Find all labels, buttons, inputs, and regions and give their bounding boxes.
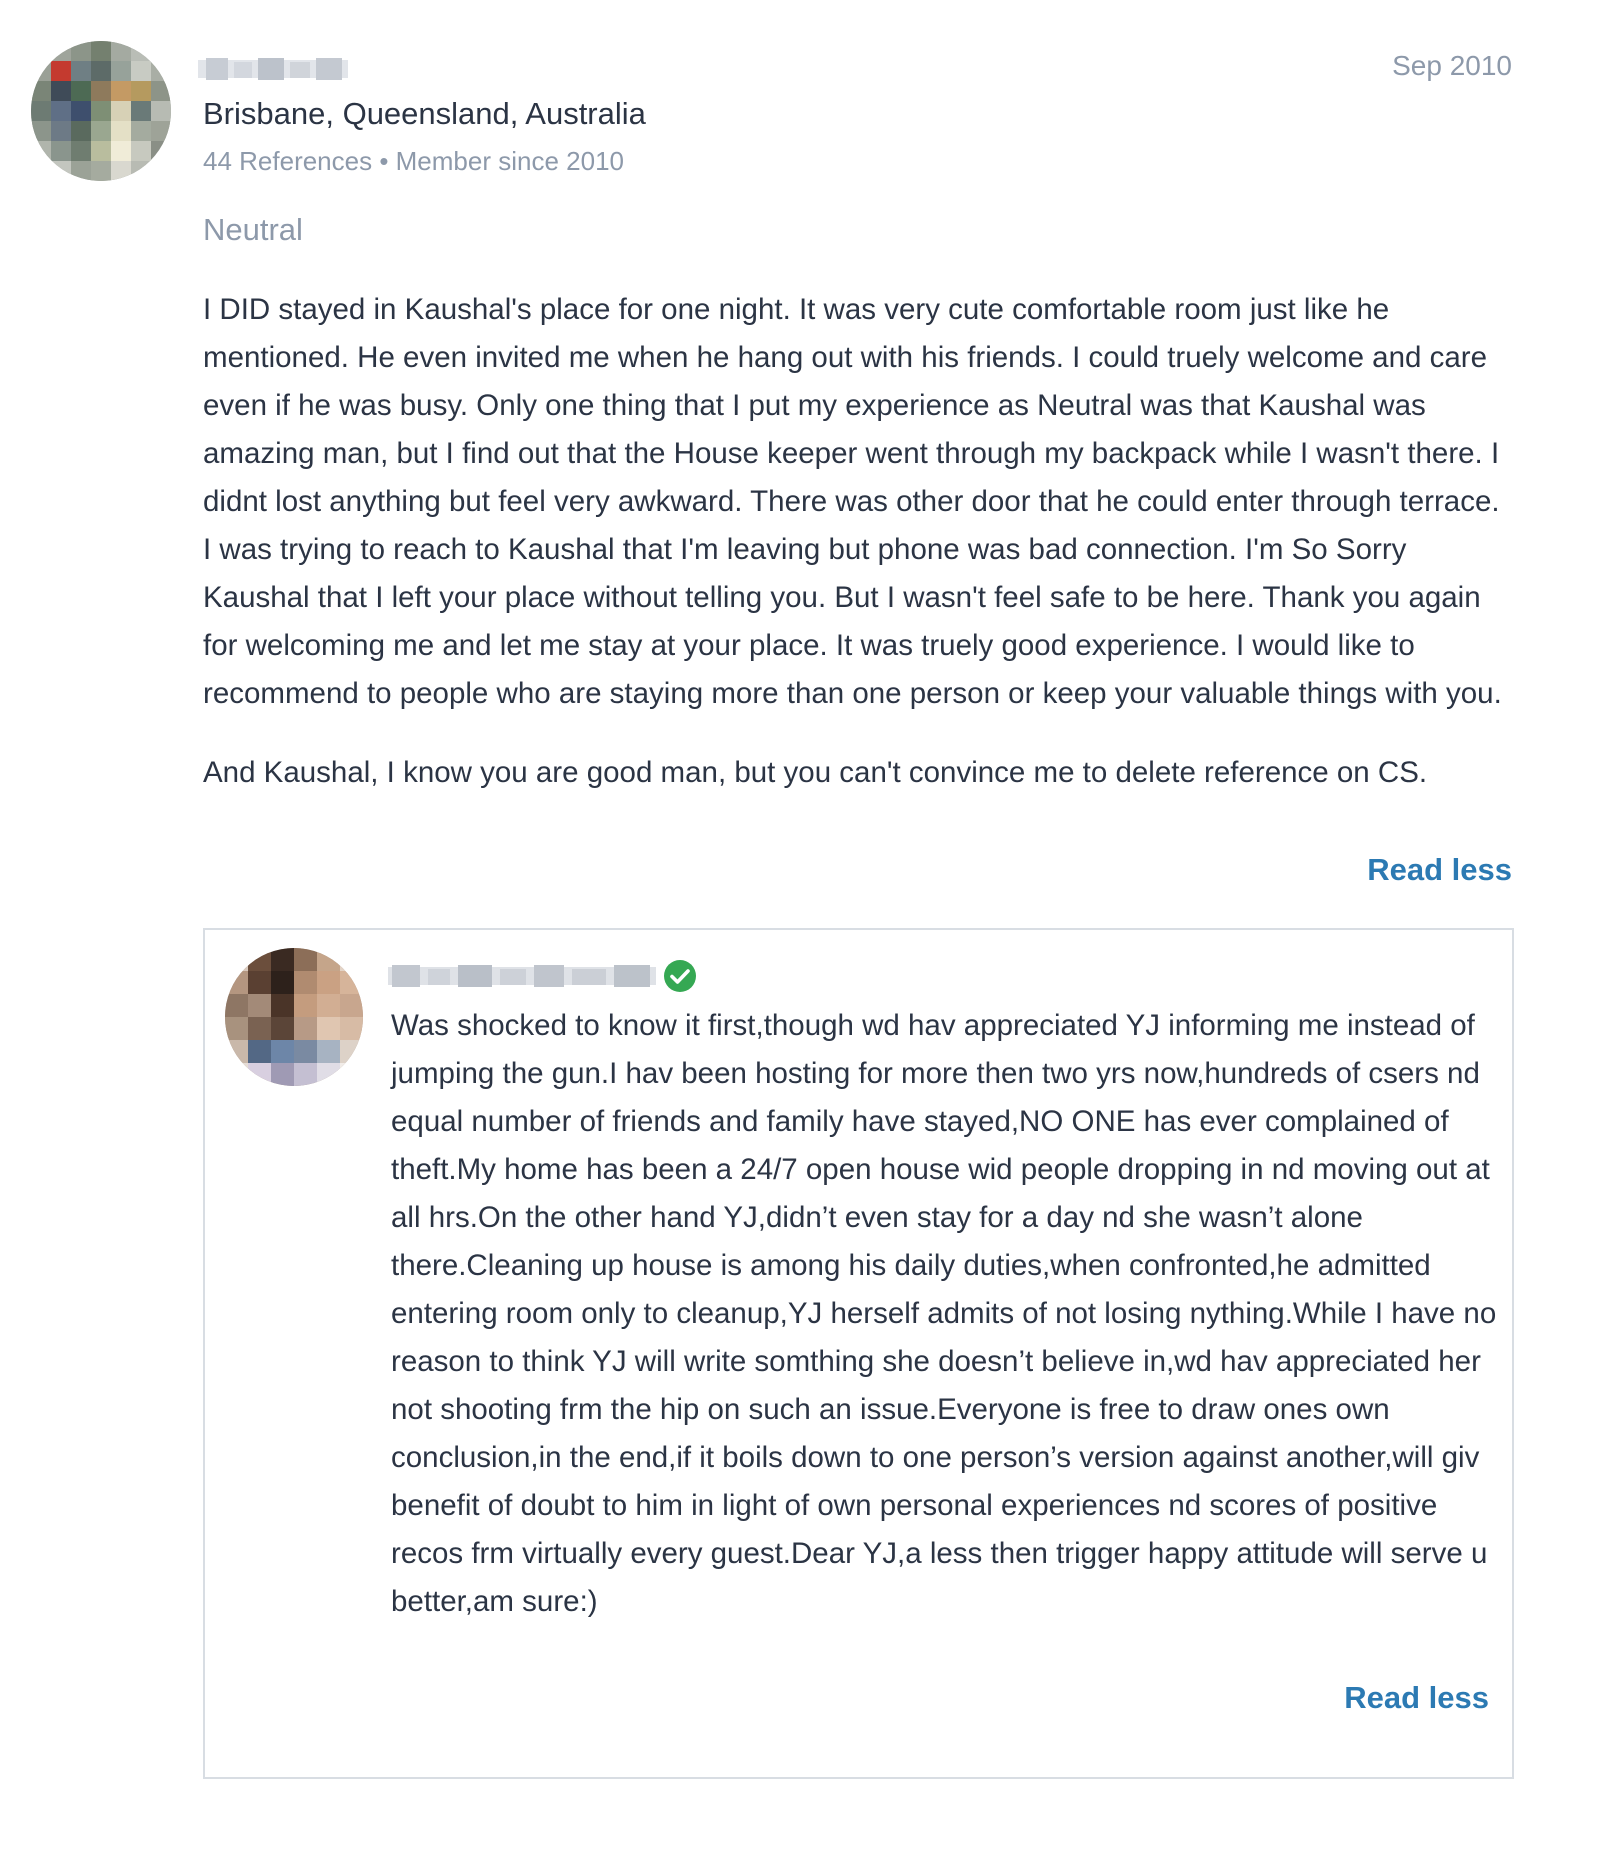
read-less-link[interactable]: Read less xyxy=(1367,852,1512,888)
host-avatar[interactable] xyxy=(225,948,363,1086)
review-paragraph: And Kaushal, I know you are good man, bu… xyxy=(203,756,1428,789)
review-date: Sep 2010 xyxy=(1392,50,1512,81)
check-circle-icon xyxy=(664,960,696,992)
host-response-text: Was shocked to know it first,though wd h… xyxy=(391,1009,1497,1618)
reviewer-meta: 44 References • Member since 2010 xyxy=(203,146,624,176)
reviewer-location: Brisbane, Queensland, Australia xyxy=(203,96,646,131)
review-paragraph: I DID stayed in Kaushal's place for one … xyxy=(203,293,1502,710)
read-less-link[interactable]: Read less xyxy=(1344,1680,1489,1716)
host-name-redacted[interactable] xyxy=(388,961,656,991)
experience-rating: Neutral xyxy=(203,212,303,247)
reviewer-avatar[interactable] xyxy=(31,41,171,181)
reviewer-name-redacted[interactable] xyxy=(198,54,348,84)
review-text: I DID stayed in Kaushal's place for one … xyxy=(203,286,1515,797)
